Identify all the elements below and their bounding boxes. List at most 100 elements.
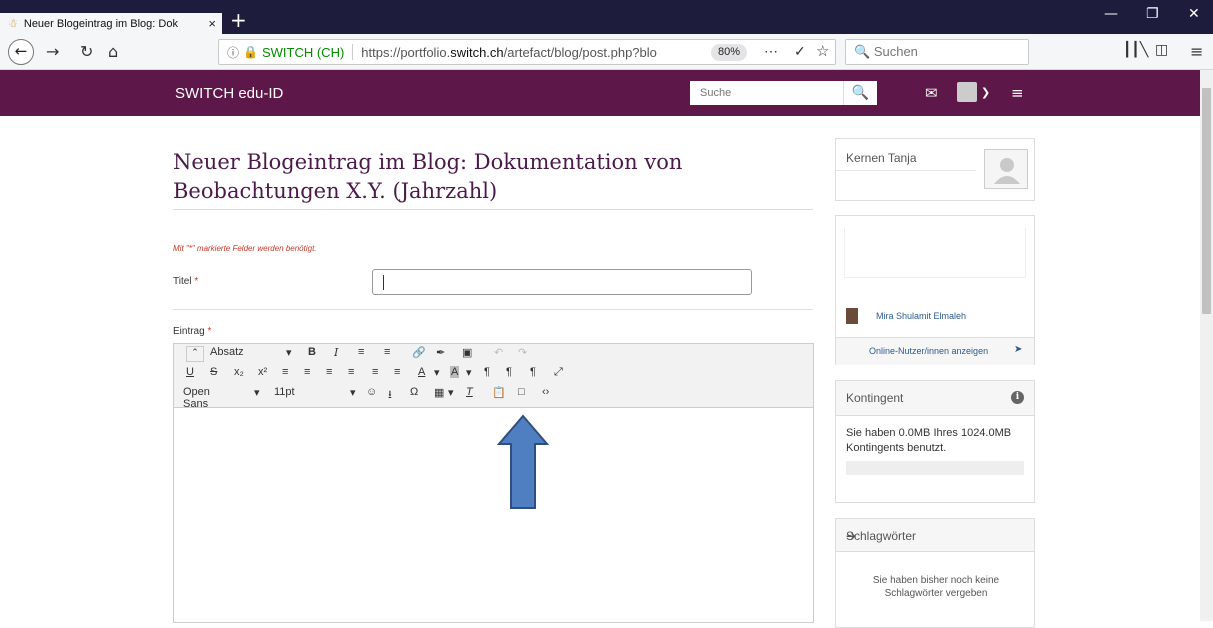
clear-formatting-icon[interactable]: T bbox=[466, 386, 473, 398]
arrow-right-circle-icon[interactable]: ➤ bbox=[1014, 344, 1022, 355]
home-icon[interactable]: ⌂ bbox=[108, 42, 118, 61]
size-dropdown-icon[interactable]: ▾ bbox=[350, 386, 356, 399]
table-dropdown-icon[interactable]: ▾ bbox=[448, 386, 454, 399]
divider bbox=[836, 170, 976, 171]
browser-tab[interactable]: ☃ Neuer Blogeintrag im Blog: Dok × bbox=[0, 13, 222, 34]
zoom-level[interactable]: 80% bbox=[711, 44, 747, 61]
underline-button[interactable]: U bbox=[186, 366, 194, 378]
brand-name[interactable]: SWITCH edu-ID bbox=[175, 85, 283, 102]
toolbar-toggle-button[interactable]: ⌃ bbox=[186, 346, 204, 362]
tags-block: Schlagwörter ➔ Sie haben bisher noch kei… bbox=[835, 518, 1035, 628]
tags-text: Sie haben bisher noch keine Schlagwörter… bbox=[872, 575, 1000, 599]
font-size-select[interactable]: 11pt bbox=[274, 386, 295, 398]
bookmark-anchor-icon[interactable]: □ bbox=[518, 386, 525, 398]
divider bbox=[173, 309, 813, 310]
link-icon[interactable]: 🔗 bbox=[412, 346, 426, 359]
bookmark-star-icon[interactable]: ☆ bbox=[816, 42, 829, 60]
format-select[interactable]: Absatz bbox=[210, 346, 244, 358]
online-users-block: Mira Shulamit Elmaleh Online-Nutzer/inne… bbox=[835, 215, 1035, 365]
superscript-icon[interactable]: x² bbox=[258, 366, 267, 378]
indent-icon[interactable]: ≡ bbox=[394, 366, 400, 378]
paste-as-text-icon[interactable]: 📋 bbox=[492, 386, 506, 399]
site-search-button[interactable]: 🔍 bbox=[843, 81, 877, 105]
tags-header[interactable]: Schlagwörter ➔ bbox=[836, 519, 1034, 552]
divider bbox=[173, 209, 813, 210]
subscript-icon[interactable]: x₂ bbox=[234, 366, 244, 378]
ltr-icon[interactable]: ¶ bbox=[484, 366, 490, 378]
back-button[interactable]: ← bbox=[8, 39, 34, 65]
entry-field-label: Eintrag * bbox=[173, 326, 212, 337]
bullet-list-icon[interactable]: ≡ bbox=[358, 346, 364, 358]
site-info-icon[interactable]: ⓘ bbox=[227, 44, 239, 61]
format-dropdown-icon[interactable]: ▾ bbox=[286, 346, 292, 359]
lock-icon: 🔒 bbox=[243, 45, 258, 59]
url-separator bbox=[352, 44, 354, 60]
new-tab-button[interactable]: + bbox=[230, 10, 247, 30]
address-bar[interactable]: ⓘ 🔒 SWITCH (CH) https://portfolio.switch… bbox=[218, 39, 836, 65]
browser-search-placeholder: Suchen bbox=[873, 44, 918, 59]
editor-content-area[interactable] bbox=[174, 408, 813, 622]
special-character-icon[interactable]: Ω bbox=[410, 386, 418, 398]
pocket-icon[interactable]: ✓ bbox=[794, 43, 806, 60]
rtl-icon[interactable]: ¶ bbox=[506, 366, 512, 378]
info-icon[interactable]: i bbox=[1011, 391, 1024, 404]
page-title: Neuer Blogeintrag im Blog: Dokumentation… bbox=[173, 150, 683, 203]
browser-menu-icon[interactable]: ≡ bbox=[1190, 42, 1203, 61]
media-upload-icon[interactable]: ⭳ bbox=[388, 386, 392, 405]
quota-header: Kontingent i bbox=[836, 381, 1034, 416]
rich-text-editor: ⌃ Absatz ▾ B I ≡ ≡ 🔗 ✒ ▣ ↶ ↷ U S x₂ x² ≡… bbox=[173, 343, 814, 623]
background-color-dropdown-icon[interactable]: ▾ bbox=[466, 366, 472, 379]
redo-icon[interactable]: ↷ bbox=[518, 346, 527, 359]
main-menu-icon[interactable]: ≡ bbox=[1011, 84, 1024, 102]
emoticons-icon[interactable]: ☺ bbox=[366, 386, 377, 398]
image-icon[interactable]: ▣ bbox=[462, 346, 472, 359]
align-right-icon[interactable]: ≡ bbox=[326, 366, 332, 378]
restore-window-icon[interactable]: ❐ bbox=[1146, 6, 1159, 22]
profile-block: Kernen Tanja bbox=[835, 138, 1035, 201]
minimize-window-icon[interactable]: — bbox=[1104, 6, 1118, 22]
page-actions-icon[interactable]: ⋯ bbox=[764, 43, 779, 60]
quota-progress-bar bbox=[846, 461, 1024, 475]
outdent-icon[interactable]: ≡ bbox=[372, 366, 378, 378]
text-color-icon[interactable]: A bbox=[418, 366, 425, 378]
table-icon[interactable]: ▦ bbox=[434, 386, 444, 399]
justify-icon[interactable]: ≡ bbox=[348, 366, 354, 378]
font-dropdown-icon[interactable]: ▾ bbox=[254, 386, 260, 399]
strikethrough-button[interactable]: S bbox=[210, 366, 217, 378]
user-menu-avatar[interactable] bbox=[957, 82, 977, 102]
title-input[interactable] bbox=[372, 269, 752, 295]
sidebar-toggle-icon[interactable]: ◫ bbox=[1155, 42, 1168, 58]
close-tab-icon[interactable]: × bbox=[208, 16, 216, 31]
numbered-list-icon[interactable]: ≡ bbox=[384, 346, 390, 358]
profile-avatar[interactable] bbox=[984, 149, 1028, 189]
italic-button[interactable]: I bbox=[334, 346, 338, 359]
library-icon[interactable]: ┃┃╲ bbox=[1123, 42, 1148, 58]
profile-name[interactable]: Kernen Tanja bbox=[846, 151, 917, 165]
background-color-icon[interactable]: A bbox=[450, 366, 460, 378]
arrow-right-icon[interactable]: ➔ bbox=[846, 529, 856, 543]
text-color-dropdown-icon[interactable]: ▾ bbox=[434, 366, 440, 379]
font-family-select[interactable]: Open Sans bbox=[183, 386, 210, 410]
site-search-input[interactable] bbox=[690, 81, 843, 105]
source-code-icon[interactable]: ‹› bbox=[542, 386, 549, 398]
required-fields-note: Mit "*" markierte Felder werden benötigt… bbox=[173, 244, 317, 253]
chevron-down-icon[interactable]: ❯ bbox=[981, 86, 990, 99]
unlink-icon[interactable]: ✒ bbox=[436, 346, 445, 359]
online-user-item[interactable]: Mira Shulamit Elmaleh bbox=[846, 308, 966, 324]
undo-icon[interactable]: ↶ bbox=[494, 346, 503, 359]
align-left-icon[interactable]: ≡ bbox=[282, 366, 288, 378]
forward-icon[interactable]: → bbox=[46, 42, 59, 61]
online-header-text bbox=[846, 220, 966, 228]
mail-icon[interactable]: ✉ bbox=[925, 84, 938, 102]
online-users-footer[interactable]: Online-Nutzer/innen anzeigen ➤ bbox=[836, 337, 1034, 365]
reload-icon[interactable]: ↻ bbox=[80, 42, 93, 61]
scrollbar-thumb[interactable] bbox=[1202, 88, 1211, 314]
show-blocks-icon[interactable]: ¶ bbox=[530, 366, 536, 378]
align-center-icon[interactable]: ≡ bbox=[304, 366, 310, 378]
online-user-name[interactable]: Mira Shulamit Elmaleh bbox=[876, 311, 966, 321]
browser-search-field[interactable]: 🔍 Suchen bbox=[845, 39, 1029, 65]
show-online-users-link[interactable]: Online-Nutzer/innen anzeigen bbox=[869, 346, 988, 356]
close-window-icon[interactable]: ✕ bbox=[1188, 6, 1200, 22]
fullscreen-icon[interactable]: ⤢ bbox=[554, 366, 563, 379]
bold-button[interactable]: B bbox=[308, 346, 316, 358]
